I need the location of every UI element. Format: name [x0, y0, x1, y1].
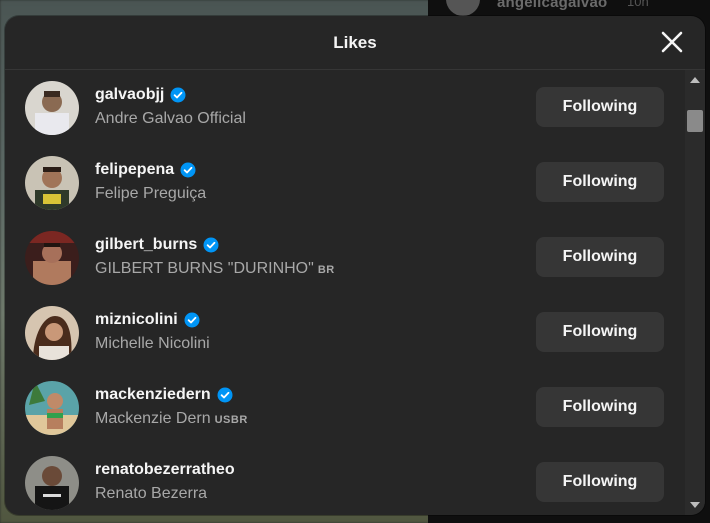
avatar[interactable] [25, 155, 79, 210]
full-name: Mackenzie Dern USBR [95, 410, 248, 427]
full-name: Michelle Nicolini [95, 335, 210, 352]
modal-title: Likes [333, 32, 377, 52]
avatar[interactable] [25, 380, 79, 435]
full-name: Andre Galvao Official [95, 110, 246, 127]
following-button[interactable]: Following [536, 87, 664, 127]
list-item: galvaobjj Andre Galvao Official Followin… [5, 70, 685, 145]
verified-badge-icon [184, 312, 200, 328]
likes-modal: Likes galvaobjj Andre Galvao Official Fo… [5, 16, 705, 515]
user-names: renatobezerratheo Renato Bezerra [95, 459, 235, 503]
following-button[interactable]: Following [536, 162, 664, 202]
list-item: miznicolini Michelle Nicolini Following [5, 295, 685, 370]
scroll-down-arrow-icon[interactable] [685, 497, 705, 513]
modal-header: Likes [5, 16, 705, 70]
username-link[interactable]: miznicolini [95, 311, 178, 329]
avatar[interactable] [25, 305, 79, 360]
user-names: felipepena Felipe Preguiça [95, 159, 206, 203]
close-icon[interactable] [659, 29, 685, 55]
verified-badge-icon [170, 87, 186, 103]
country-flag: BR [317, 264, 335, 276]
user-names: miznicolini Michelle Nicolini [95, 309, 210, 353]
following-button[interactable]: Following [536, 312, 664, 352]
avatar[interactable] [25, 230, 79, 285]
full-name: Renato Bezerra [95, 485, 208, 502]
verified-badge-icon [180, 162, 196, 178]
following-button[interactable]: Following [536, 387, 664, 427]
scrollbar[interactable] [685, 70, 705, 515]
username-link[interactable]: felipepena [95, 161, 174, 179]
username-link[interactable]: mackenziedern [95, 386, 211, 404]
verified-badge-icon [203, 237, 219, 253]
list-item: mackenziedern Mackenzie Dern USBR Followi… [5, 370, 685, 445]
following-button[interactable]: Following [536, 462, 664, 502]
background-username: angelicagalvao [497, 0, 608, 11]
scrollbar-thumb[interactable] [687, 110, 703, 132]
list-item: renatobezerratheo Renato Bezerra Followi… [5, 445, 685, 515]
avatar[interactable] [25, 455, 79, 510]
full-name: Felipe Preguiça [95, 185, 207, 202]
user-names: galvaobjj Andre Galvao Official [95, 84, 246, 128]
full-name: GILBERT BURNS "DURINHO" BR [95, 260, 335, 277]
following-button[interactable]: Following [536, 237, 664, 277]
list-item: gilbert_burns GILBERT BURNS "DURINHO" BR … [5, 220, 685, 295]
username-link[interactable]: renatobezerratheo [95, 461, 235, 479]
country-flag: USBR [214, 414, 248, 426]
likes-list[interactable]: galvaobjj Andre Galvao Official Followin… [5, 70, 685, 515]
avatar[interactable] [25, 80, 79, 135]
user-names: gilbert_burns GILBERT BURNS "DURINHO" BR [95, 234, 335, 278]
verified-badge-icon [217, 387, 233, 403]
user-names: mackenziedern Mackenzie Dern USBR [95, 384, 248, 428]
list-item: felipepena Felipe Preguiça Following [5, 145, 685, 220]
username-link[interactable]: galvaobjj [95, 86, 164, 104]
username-link[interactable]: gilbert_burns [95, 236, 197, 254]
scroll-up-arrow-icon[interactable] [685, 72, 705, 88]
background-timestamp: 10h [627, 0, 649, 9]
